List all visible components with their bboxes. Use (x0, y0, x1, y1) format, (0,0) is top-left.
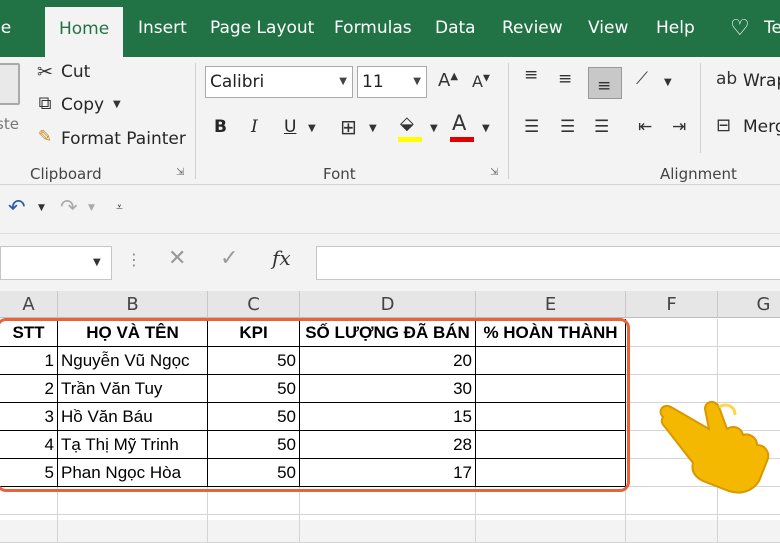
group-divider (195, 63, 196, 179)
font-size-value: 11 (362, 72, 384, 92)
increase-font-icon[interactable]: A▲ (438, 70, 458, 91)
fill-color-swatch (398, 137, 422, 142)
tab-tell-me[interactable]: Te (764, 0, 780, 57)
column-header-b[interactable]: B (58, 291, 208, 318)
drag-handle-icon[interactable]: ⋮ (126, 250, 142, 269)
tab-formulas[interactable]: Formulas (334, 0, 412, 57)
copy-button[interactable]: Copy (61, 95, 104, 115)
pointing-hand-icon (659, 401, 770, 494)
undo-icon[interactable]: ↶ (8, 195, 26, 219)
column-header-f[interactable]: F (626, 291, 718, 318)
tab-home[interactable]: Home (45, 7, 124, 57)
cell-empty[interactable] (300, 515, 476, 543)
clipboard-group-label: Clipboard (30, 165, 102, 183)
cancel-icon[interactable]: ✕ (168, 246, 186, 271)
decrease-indent-icon[interactable]: ⇤ (638, 117, 652, 137)
customize-toolbar-icon[interactable]: ⩡ (116, 200, 123, 215)
chevron-down-icon[interactable]: ▼ (369, 123, 377, 134)
font-group-label: Font (323, 165, 356, 183)
cell-empty[interactable] (0, 515, 58, 543)
paintbrush-icon[interactable]: ✎ (34, 127, 56, 147)
column-header-a[interactable]: A (0, 291, 58, 318)
font-name-combo[interactable]: Calibri ▼ (205, 66, 353, 98)
align-top-icon[interactable]: ≡ (524, 65, 538, 85)
chevron-down-icon[interactable]: ▼ (38, 203, 45, 213)
redo-icon[interactable]: ↷ (60, 195, 78, 219)
formula-input[interactable] (316, 246, 780, 280)
align-bottom-button[interactable]: ≡ (588, 67, 622, 99)
bold-button[interactable]: B (214, 117, 227, 137)
decrease-font-icon[interactable]: A▼ (472, 72, 490, 91)
column-header-c[interactable]: C (208, 291, 300, 318)
chevron-down-icon[interactable]: ▼ (88, 203, 95, 213)
tab-file[interactable]: le (0, 0, 11, 57)
font-name-value: Calibri (210, 72, 265, 92)
merge-button[interactable]: Merg (743, 117, 780, 137)
cell-empty[interactable] (626, 515, 718, 543)
chevron-down-icon[interactable]: ▼ (339, 67, 347, 97)
ribbon: ste ✂ Cut ⧉ Copy ▼ ✎ Format Painter Clip… (0, 57, 780, 185)
copy-icon[interactable]: ⧉ (34, 93, 56, 114)
group-divider (700, 63, 701, 153)
chevron-down-icon[interactable]: ▼ (413, 67, 421, 97)
chevron-down-icon[interactable]: ▼ (308, 123, 316, 134)
quick-access-toolbar: ↶ ▼ ↷ ▼ ⩡ (0, 185, 780, 233)
chevron-down-icon[interactable]: ▼ (664, 77, 672, 88)
cell-empty[interactable] (58, 515, 208, 543)
cell-empty[interactable] (626, 347, 718, 375)
font-color-swatch (450, 137, 474, 142)
align-left-icon[interactable]: ☰ (524, 117, 539, 137)
cell-empty[interactable] (718, 319, 780, 347)
cell-empty[interactable] (476, 515, 626, 543)
merge-icon[interactable]: ⊟ (716, 115, 731, 136)
borders-icon[interactable]: ⊞ (340, 115, 357, 139)
cell-empty[interactable] (718, 347, 780, 375)
wrap-text-icon[interactable]: ab (716, 69, 737, 89)
tab-page-layout[interactable]: Page Layout (210, 0, 314, 57)
column-header-g[interactable]: G (718, 291, 780, 318)
align-middle-icon[interactable]: ≡ (558, 69, 572, 89)
dialog-launcher-icon[interactable]: ⇲ (490, 167, 498, 178)
dialog-launcher-icon[interactable]: ⇲ (176, 167, 184, 178)
insert-function-button[interactable]: fx (272, 246, 291, 270)
lightbulb-icon[interactable]: ♡ (730, 0, 750, 57)
fill-color-icon[interactable]: ⬙ (400, 113, 414, 134)
ribbon-tab-bar: le Home Insert Page Layout Formulas Data… (0, 0, 780, 57)
format-painter-button[interactable]: Format Painter (61, 129, 186, 149)
column-header-d[interactable]: D (300, 291, 476, 318)
align-right-icon[interactable]: ☰ (594, 117, 609, 137)
name-box[interactable]: ▼ (0, 246, 112, 280)
tab-help[interactable]: Help (656, 0, 695, 57)
tab-view[interactable]: View (588, 0, 628, 57)
underline-button[interactable]: U (284, 117, 296, 137)
align-center-icon[interactable]: ☰ (560, 117, 575, 137)
paste-label[interactable]: ste (0, 115, 19, 133)
cut-button[interactable]: Cut (61, 62, 90, 82)
chevron-down-icon[interactable]: ▼ (93, 257, 101, 268)
chevron-down-icon[interactable]: ▼ (482, 123, 490, 134)
tab-insert[interactable]: Insert (138, 0, 187, 57)
highlight-box (0, 318, 630, 492)
orientation-icon[interactable]: ⟋ (636, 69, 648, 89)
cell-empty[interactable] (626, 319, 718, 347)
group-divider (508, 63, 509, 179)
column-header-e[interactable]: E (476, 291, 626, 318)
tab-data[interactable]: Data (435, 0, 476, 57)
enter-icon[interactable]: ✓ (220, 246, 238, 271)
cell-empty[interactable] (718, 515, 780, 543)
italic-button[interactable]: I (251, 117, 258, 137)
alignment-group-label: Alignment (660, 165, 737, 183)
cell-empty[interactable] (208, 515, 300, 543)
tab-review[interactable]: Review (502, 0, 563, 57)
chevron-down-icon[interactable]: ▼ (113, 99, 121, 110)
scissors-icon[interactable]: ✂ (34, 61, 56, 83)
align-bottom-icon: ≡ (597, 76, 612, 96)
paste-icon[interactable] (0, 63, 20, 105)
formula-bar: ▼ ⋮ ✕ ✓ fx (0, 233, 780, 291)
font-color-icon[interactable]: A (452, 111, 466, 135)
chevron-down-icon[interactable]: ▼ (430, 123, 438, 134)
wrap-text-button[interactable]: Wrap (743, 71, 780, 91)
font-size-combo[interactable]: 11 ▼ (357, 66, 427, 98)
increase-indent-icon[interactable]: ⇥ (672, 117, 686, 137)
